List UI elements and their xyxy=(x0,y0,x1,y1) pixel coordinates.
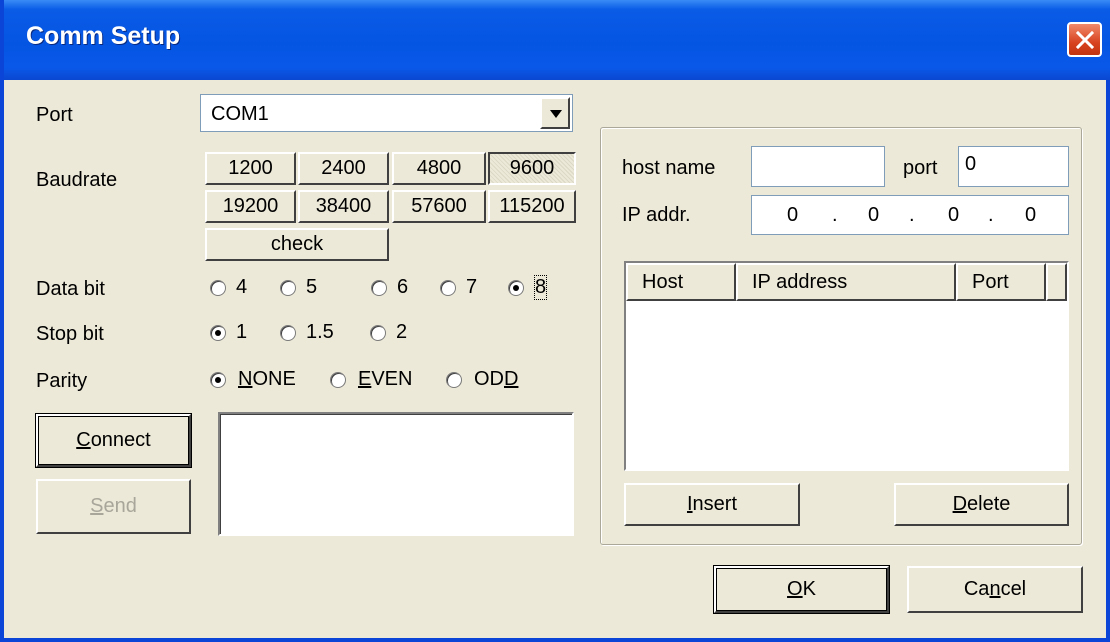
parity-none-label: NONE xyxy=(238,368,296,390)
stop-bit-1-5-radio[interactable] xyxy=(280,325,296,341)
stop-bit-label: Stop bit xyxy=(36,323,104,345)
ip-octet-4: 0 xyxy=(1025,204,1037,226)
ip-octet-2: 0 xyxy=(868,204,880,226)
host-list-header: Host IP address Port xyxy=(626,263,1067,301)
stop-bit-1-5-label: 1.5 xyxy=(306,321,334,343)
window-title: Comm Setup xyxy=(26,22,181,50)
data-bit-7-radio[interactable] xyxy=(440,280,456,296)
baud-1200-button[interactable]: 1200 xyxy=(205,152,296,185)
port-select[interactable]: COM1 xyxy=(200,94,573,132)
check-button[interactable]: check xyxy=(205,228,389,261)
title-bar[interactable]: Comm Setup xyxy=(4,0,1110,80)
cancel-button[interactable]: Ca n cel xyxy=(907,566,1083,613)
port-select-value: COM1 xyxy=(211,103,269,125)
host-name-label: host name xyxy=(622,157,716,179)
port-number-input[interactable]: 0 xyxy=(958,146,1069,187)
ip-dot: . xyxy=(909,204,915,226)
baud-2400-button[interactable]: 2400 xyxy=(298,152,389,185)
parity-none-radio[interactable] xyxy=(210,372,226,388)
data-bit-5-label: 5 xyxy=(306,276,318,298)
data-bit-5-radio[interactable] xyxy=(280,280,296,296)
baudrate-label: Baudrate xyxy=(36,169,118,191)
ip-dot: . xyxy=(832,204,838,226)
delete-button[interactable]: Delete xyxy=(894,483,1069,526)
stop-bit-2-label: 2 xyxy=(396,321,408,343)
port-label: Port xyxy=(36,104,73,126)
host-name-input[interactable] xyxy=(751,146,885,187)
host-list[interactable]: Host IP address Port xyxy=(624,261,1069,471)
close-icon xyxy=(1076,31,1094,49)
parity-even-radio[interactable] xyxy=(330,372,346,388)
ip-dot: . xyxy=(988,204,994,226)
send-button[interactable]: Send xyxy=(36,479,191,534)
data-bit-8-radio[interactable] xyxy=(508,280,524,296)
column-host-header[interactable]: Host xyxy=(626,263,736,301)
stop-bit-2-radio[interactable] xyxy=(370,325,386,341)
baud-19200-button[interactable]: 19200 xyxy=(205,190,296,223)
data-bit-4-label: 4 xyxy=(236,276,248,298)
stop-bit-1-label: 1 xyxy=(236,321,248,343)
baud-57600-button[interactable]: 57600 xyxy=(392,190,486,223)
data-bit-7-label: 7 xyxy=(466,276,478,298)
baud-9600-button[interactable]: 9600 xyxy=(488,152,576,185)
insert-button[interactable]: Insert xyxy=(624,483,800,526)
baud-115200-button[interactable]: 115200 xyxy=(488,190,576,223)
message-textarea[interactable] xyxy=(218,412,574,536)
ip-octet-3: 0 xyxy=(948,204,960,226)
ip-addr-label: IP addr. xyxy=(622,204,691,226)
port-number-label: port xyxy=(903,157,938,179)
column-filler-header xyxy=(1046,263,1067,301)
parity-odd-radio[interactable] xyxy=(446,372,462,388)
data-bit-label: Data bit xyxy=(36,278,105,300)
data-bit-6-label: 6 xyxy=(397,276,409,298)
chevron-down-icon xyxy=(550,110,562,118)
ip-address-input[interactable]: 0 . 0 . 0 . 0 xyxy=(751,195,1069,235)
parity-even-label: EVEN xyxy=(358,368,413,390)
ok-button[interactable]: OK xyxy=(713,565,890,614)
data-bit-8-label: 8 xyxy=(533,275,548,300)
data-bit-6-radio[interactable] xyxy=(371,280,387,296)
parity-label: Parity xyxy=(36,370,88,392)
port-number-value: 0 xyxy=(965,153,977,175)
stop-bit-1-radio[interactable] xyxy=(210,325,226,341)
port-dropdown-button[interactable] xyxy=(540,97,570,129)
baud-38400-button[interactable]: 38400 xyxy=(298,190,389,223)
connect-button[interactable]: Connect xyxy=(35,413,192,468)
column-port-header[interactable]: Port xyxy=(956,263,1046,301)
baud-4800-button[interactable]: 4800 xyxy=(392,152,486,185)
ip-octet-1: 0 xyxy=(787,204,799,226)
data-bit-4-radio[interactable] xyxy=(210,280,226,296)
column-ip-address-header[interactable]: IP address xyxy=(736,263,956,301)
close-button[interactable] xyxy=(1067,22,1102,57)
parity-odd-label: ODD xyxy=(474,368,519,390)
